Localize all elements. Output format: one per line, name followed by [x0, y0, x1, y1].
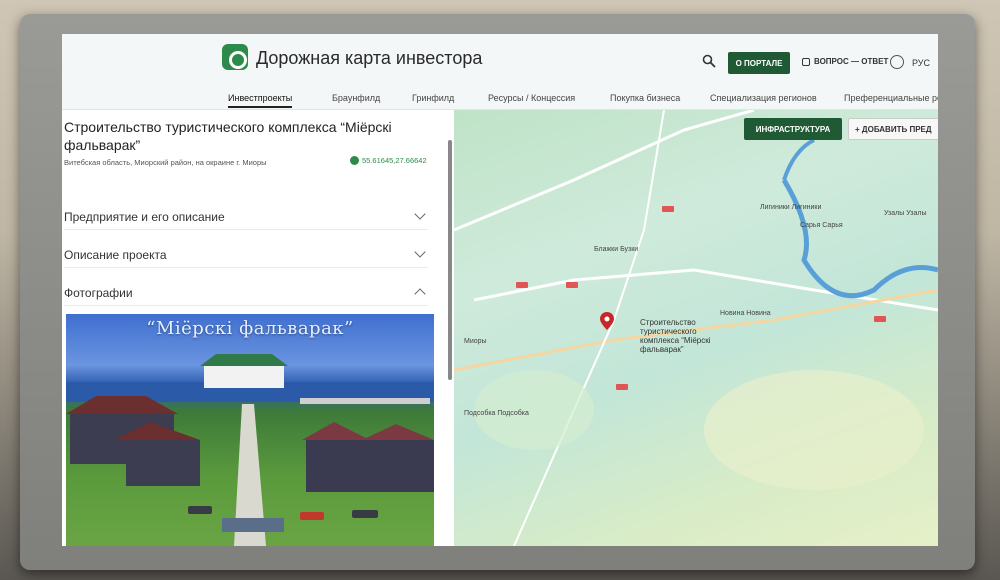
chevron-up-icon: [414, 288, 426, 300]
about-portal-button[interactable]: О ПОРТАЛЕ: [728, 52, 790, 74]
section-photos[interactable]: Фотографии: [64, 278, 428, 306]
tab-resources[interactable]: Ресурсы / Концессия: [488, 93, 575, 103]
chevron-down-icon: [414, 246, 426, 258]
chevron-down-icon: [414, 208, 426, 220]
road-sign-icon: [662, 206, 674, 212]
section-label: Предприятие и его описание: [64, 210, 225, 224]
app-title[interactable]: Дорожная карта инвестора: [256, 48, 482, 69]
logo-icon[interactable]: [222, 44, 248, 70]
section-enterprise[interactable]: Предприятие и его описание: [64, 202, 428, 230]
map-label: Миоры: [464, 338, 487, 345]
map-label: Подсобка Подсобка: [464, 410, 529, 417]
add-proposal-button[interactable]: + ДОБАВИТЬ ПРЕД: [848, 118, 938, 140]
section-label: Описание проекта: [64, 248, 167, 262]
header: Дорожная карта инвестора О ПОРТАЛЕ ВОПРО…: [62, 34, 938, 110]
infrastructure-button[interactable]: ИНФРАСТРУКТУРА: [744, 118, 842, 140]
map-label: Блажки Бузки: [594, 246, 639, 253]
language-selector[interactable]: РУС: [912, 58, 930, 68]
road-sign-icon: [616, 384, 628, 390]
project-photo[interactable]: “Міёрскі фальварак”: [66, 314, 434, 546]
map-label: Сарья Сарья: [800, 222, 843, 229]
project-title: Строительство туристического комплекса “…: [64, 119, 392, 153]
location-icon: [350, 156, 359, 165]
search-icon[interactable]: [702, 54, 716, 68]
user-icon[interactable]: [890, 55, 904, 69]
map-label: Лигиники Лигиники: [760, 204, 822, 211]
map[interactable]: ИНФРАСТРУКТУРА + ДОБАВИТЬ ПРЕД Миоры Бла…: [454, 110, 938, 546]
tab-greenfield[interactable]: Гринфилд: [412, 93, 454, 103]
qa-icon: [802, 58, 810, 66]
tab-regional-specialization[interactable]: Специализация регионов: [710, 93, 817, 103]
road-sign-icon: [516, 282, 528, 288]
road-sign-icon: [566, 282, 578, 288]
location-pin-icon[interactable]: [600, 312, 614, 330]
nav-tabs: Инвестпроекты Браунфилд Гринфилд Ресурсы…: [222, 90, 938, 110]
map-label: Узалы Узалы: [884, 210, 927, 217]
add-proposal-label: ДОБАВИТЬ ПРЕД: [861, 124, 932, 134]
project-coords[interactable]: 55.61645,27.66642: [362, 156, 427, 165]
map-label: Новина Новина: [720, 310, 771, 317]
tab-brownfield[interactable]: Браунфилд: [332, 93, 380, 103]
section-label: Фотографии: [64, 286, 133, 300]
road-sign-icon: [874, 316, 886, 322]
section-description[interactable]: Описание проекта: [64, 240, 428, 268]
screen: Дорожная карта инвестора О ПОРТАЛЕ ВОПРО…: [62, 34, 938, 546]
tab-preferential[interactable]: Преференциальные ре: [844, 93, 938, 103]
scrollbar[interactable]: [448, 140, 452, 380]
project-address: Витебская область, Миорский район, на ок…: [64, 158, 267, 167]
resort-illustration: [66, 354, 434, 546]
tab-business-purchase[interactable]: Покупка бизнеса: [610, 93, 680, 103]
project-panel: Строительство туристического комплекса “…: [62, 110, 454, 546]
map-project-label[interactable]: Строительство туристического комплекса “…: [640, 318, 736, 354]
tab-investprojects[interactable]: Инвестпроекты: [228, 93, 293, 108]
qa-link[interactable]: ВОПРОС — ОТВЕТ: [814, 57, 888, 66]
map-project-label-text: Строительство туристического комплекса “…: [640, 318, 711, 354]
